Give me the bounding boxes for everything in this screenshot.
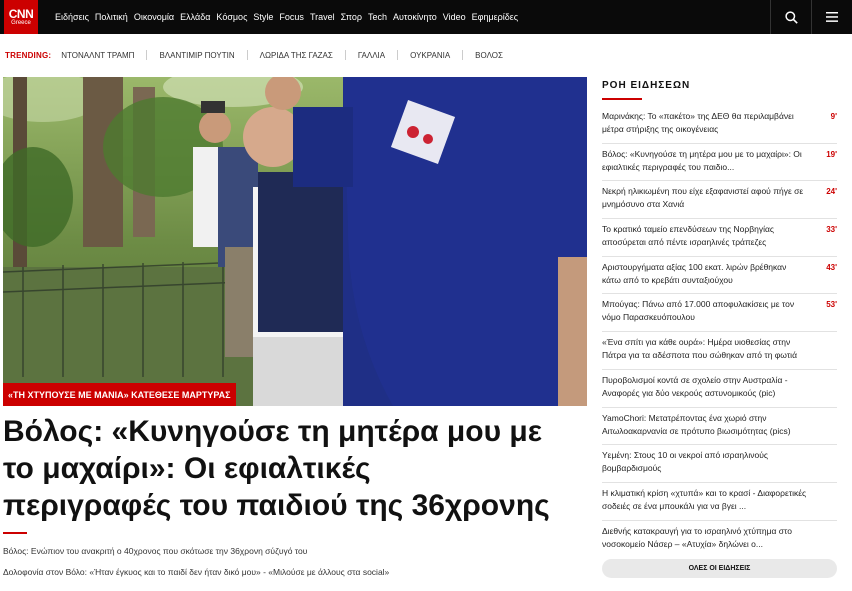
- accent-divider: [3, 532, 27, 534]
- search-icon: [784, 10, 798, 24]
- divider: [344, 50, 346, 60]
- news-item-title: Μαρινάκης: Το «πακέτο» της ΔΕΘ θα περιλα…: [602, 111, 794, 134]
- trending-item-trump[interactable]: ΝΤΟΝΑΛΝΤ ΤΡΑΜΠ: [61, 51, 134, 60]
- trending-bar: TRENDING: ΝΤΟΝΑΛΝΤ ΤΡΑΜΠ ΒΛΑΝΤΙΜΙΡ ΠΟΥΤΙ…: [0, 34, 852, 76]
- trending-item-putin[interactable]: ΒΛΑΝΤΙΜΙΡ ΠΟΥΤΙΝ: [159, 51, 234, 60]
- news-item[interactable]: Αριστουργήματα αξίας 100 εκατ. λιρών βρέ…: [602, 257, 837, 295]
- news-item-time: 43': [826, 262, 837, 272]
- news-feed-list: Μαρινάκης: Το «πακέτο» της ΔΕΘ θα περιλα…: [602, 106, 837, 558]
- news-item-time: 24': [826, 187, 837, 197]
- news-item-title: Η κλιματική κρίση «χτυπά» και το κρασί -…: [602, 487, 807, 511]
- divider: [397, 50, 399, 60]
- related-link[interactable]: Δολοφονία στον Βόλο: «Ήταν έγκυος και το…: [3, 567, 389, 577]
- nav-item-focus[interactable]: Focus: [279, 12, 304, 22]
- news-item[interactable]: Πυροβολισμοί κοντά σε σχολείο στην Αυστρ…: [602, 370, 837, 408]
- news-item[interactable]: Υεμένη: Στους 10 οι νεκροί από ισραηλινο…: [602, 445, 837, 483]
- logo-subtext: Greece: [11, 19, 31, 26]
- all-news-button[interactable]: ΟΛΕΣ ΟΙ ΕΙΔΗΣΕΙΣ: [602, 559, 837, 578]
- cnn-greece-logo[interactable]: CNN Greece: [4, 0, 38, 34]
- nav-item-world[interactable]: Κόσμος: [216, 12, 247, 22]
- menu-button[interactable]: [812, 0, 852, 34]
- news-item[interactable]: Μπούγας: Πάνω από 17.000 αποφυλακίσεις μ…: [602, 294, 837, 333]
- news-item-title: Υεμένη: Στους 10 οι νεκροί από ισραηλινο…: [602, 450, 768, 474]
- news-item-title: Διεθνής κατακραυγή για το ισραηλινό χτύπ…: [602, 525, 792, 549]
- headline-line: περιγραφές του παιδιού της 36χρονης: [3, 489, 550, 522]
- news-feed-title: ΡΟΗ ΕΙΔΗΣΕΩΝ: [602, 80, 691, 91]
- nav-item-greece[interactable]: Ελλάδα: [180, 12, 210, 22]
- news-item[interactable]: Διεθνής κατακραυγή για το ισραηλινό χτύπ…: [602, 521, 837, 559]
- divider: [462, 50, 464, 60]
- logo-text: CNN: [8, 6, 34, 21]
- nav-item-newspapers[interactable]: Εφημερίδες: [472, 12, 519, 22]
- headline-line: Βόλος: «Κυνηγούσε τη μητέρα μου με: [3, 415, 543, 448]
- news-item-title: «Ένα σπίτι για κάθε ουρά»: Ημέρα υιοθεσί…: [602, 337, 797, 361]
- hero-photo-illustration: [3, 77, 587, 406]
- menu-icon: [826, 12, 838, 22]
- trending-item-france[interactable]: ΓΑΛΛΙΑ: [358, 51, 385, 60]
- trending-item-gaza[interactable]: ΛΩΡΙΔΑ ΤΗΣ ΓΑΖΑΣ: [260, 51, 333, 60]
- accent-divider: [602, 98, 642, 100]
- nav-item-news[interactable]: Ειδήσεις: [55, 12, 89, 22]
- divider: [146, 50, 148, 60]
- news-item[interactable]: Νεκρή ηλικιωμένη που είχε εξαφανιστεί αφ…: [602, 181, 837, 220]
- news-item[interactable]: «Ένα σπίτι για κάθε ουρά»: Ημέρα υιοθεσί…: [602, 332, 837, 370]
- nav-item-style[interactable]: Style: [253, 12, 273, 22]
- main-headline[interactable]: Βόλος: «Κυνηγούσε τη μητέρα μου με το μα…: [3, 413, 593, 524]
- nav-item-video[interactable]: Video: [443, 12, 466, 22]
- news-item-title: Βόλος: «Κυνηγούσε τη μητέρα μου με το μα…: [602, 148, 802, 172]
- headline-line: το μαχαίρι»: Οι εφιαλτικές: [3, 452, 371, 485]
- news-item-title: Αριστουργήματα αξίας 100 εκατ. λιρών βρέ…: [602, 261, 787, 285]
- header-actions: [770, 0, 852, 34]
- nav-item-politics[interactable]: Πολιτική: [95, 12, 128, 22]
- top-navbar: CNN Greece Ειδήσεις Πολιτική Οικονομία Ε…: [0, 0, 852, 34]
- trending-item-volos[interactable]: ΒΟΛΟΣ: [475, 51, 503, 60]
- nav-item-economy[interactable]: Οικονομία: [134, 12, 174, 22]
- news-item-title: Μπούγας: Πάνω από 17.000 αποφυλακίσεις μ…: [602, 299, 795, 323]
- hero-image[interactable]: [3, 77, 587, 406]
- news-item-time: 53': [826, 300, 837, 310]
- trending-item-ukraine[interactable]: ΟΥΚΡΑΝΙΑ: [410, 51, 450, 60]
- news-item-time: 9': [830, 112, 837, 121]
- search-button[interactable]: [771, 0, 811, 34]
- trending-label: TRENDING:: [5, 50, 52, 60]
- news-item-title: Νεκρή ηλικιωμένη που είχε εξαφανιστεί αφ…: [602, 186, 804, 210]
- story-tag[interactable]: «ΤΗ ΧΤΥΠΟΥΣΕ ΜΕ ΜΑΝΙΑ» ΚΑΤΕΘΕΣΕ ΜΑΡΤΥΡΑΣ: [3, 383, 236, 406]
- nav-item-travel[interactable]: Travel: [310, 12, 335, 22]
- nav-item-tech[interactable]: Tech: [368, 12, 387, 22]
- news-item[interactable]: Το κρατικό ταμείο επενδύσεων της Νορβηγί…: [602, 219, 837, 257]
- news-item-time: 19': [826, 149, 837, 159]
- news-item[interactable]: YamoChori: Μετατρέποντας ένα χωριό στην …: [602, 408, 837, 446]
- related-link[interactable]: Βόλος: Ενώπιον του ανακριτή ο 40χρονος π…: [3, 546, 307, 556]
- news-item[interactable]: Μαρινάκης: Το «πακέτο» της ΔΕΘ θα περιλα…: [602, 106, 837, 144]
- news-item-time: 33': [826, 225, 837, 235]
- divider: [246, 50, 248, 60]
- news-item-title: YamoChori: Μετατρέποντας ένα χωριό στην …: [602, 412, 791, 436]
- nav-item-auto[interactable]: Αυτοκίνητο: [393, 12, 437, 22]
- main-nav: Ειδήσεις Πολιτική Οικονομία Ελλάδα Κόσμο…: [55, 12, 524, 22]
- news-item-title: Το κρατικό ταμείο επενδύσεων της Νορβηγί…: [602, 224, 775, 248]
- nav-item-sports[interactable]: Σπορ: [341, 12, 362, 22]
- news-item[interactable]: Η κλιματική κρίση «χτυπά» και το κρασί -…: [602, 483, 837, 521]
- news-item-title: Πυροβολισμοί κοντά σε σχολείο στην Αυστρ…: [602, 374, 788, 398]
- news-item[interactable]: Βόλος: «Κυνηγούσε τη μητέρα μου με το μα…: [602, 144, 837, 182]
- news-feed-sidebar: ΡΟΗ ΕΙΔΗΣΕΩΝ Μαρινάκης: Το «πακέτο» της …: [602, 77, 837, 558]
